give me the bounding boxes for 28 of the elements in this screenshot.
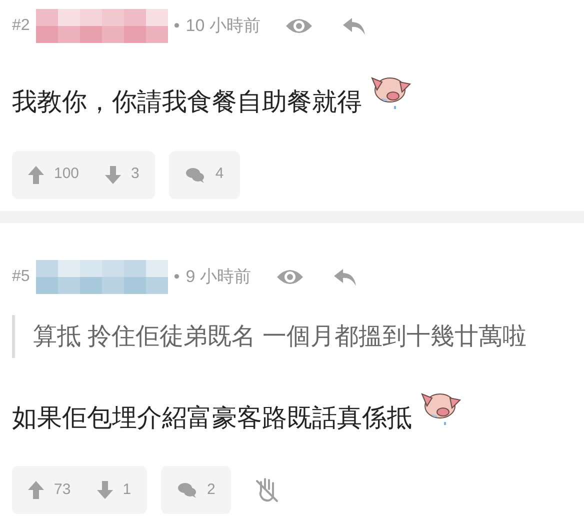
quoted-text: 算抵 拎住佢徒弟既名 一個月都搵到十幾廿萬啦: [12, 314, 572, 358]
separator-dot: •: [174, 266, 180, 288]
post-time: 10 小時前: [186, 15, 260, 38]
speech-bubbles-icon: [185, 166, 206, 182]
separator-dot: •: [174, 15, 180, 38]
post-time: 9 小時前: [186, 266, 251, 288]
downvote-count: 1: [122, 480, 132, 500]
comments-button[interactable]: 2: [161, 466, 232, 514]
pig-sticker-icon: [368, 74, 412, 110]
eye-icon[interactable]: [284, 16, 314, 36]
reply-icon[interactable]: [332, 266, 357, 286]
downvote-icon[interactable]: [105, 166, 122, 184]
blurred-username[interactable]: [36, 260, 168, 294]
downvote-count: 3: [131, 164, 140, 184]
post-text: 我教你，你請我食餐自助餐就得: [12, 87, 362, 118]
upvote-icon[interactable]: [28, 166, 44, 184]
hand-icon[interactable]: [255, 477, 280, 504]
post-text: 如果佢包埋介紹富豪客路既話真係抵: [12, 402, 412, 434]
post-number: #2: [12, 16, 30, 36]
upvote-count: 100: [54, 164, 80, 184]
comments-button[interactable]: 4: [169, 150, 240, 198]
downvote-icon[interactable]: [96, 481, 113, 500]
reply-icon[interactable]: [342, 16, 366, 36]
upvote-count: 73: [54, 480, 71, 500]
blurred-username[interactable]: [36, 9, 168, 43]
post-number: #5: [12, 266, 30, 286]
speech-bubbles-icon: [177, 482, 198, 498]
upvote-icon[interactable]: [28, 481, 44, 500]
